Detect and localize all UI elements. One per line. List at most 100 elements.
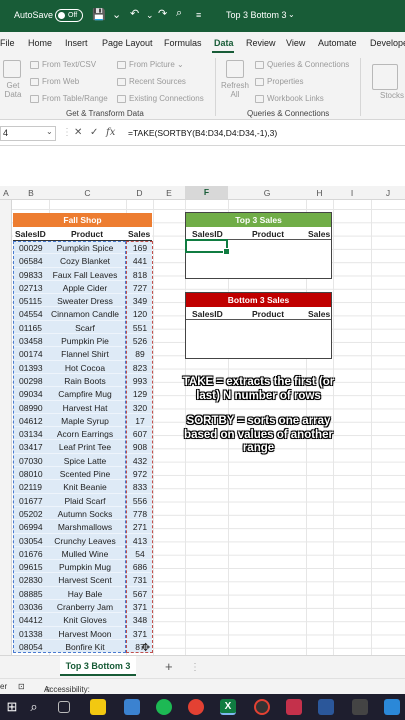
header-product[interactable]: Product [71,229,103,239]
cell-salesid[interactable]: 00298 [19,376,43,386]
document-title[interactable]: Top 3 Bottom 3 [226,10,287,20]
cell-product[interactable]: Pumpkin Spice [45,243,125,253]
cell-product[interactable]: Spice Latte [45,456,125,466]
cell-salesid[interactable]: 01165 [19,323,42,333]
title-dropdown-icon[interactable]: ⌄ [288,10,295,19]
cell-product[interactable]: Flannel Shirt [45,349,125,359]
enter-icon[interactable]: ✓ [90,127,98,138]
redo-icon[interactable]: ↷ [158,7,167,20]
cell-salesid[interactable]: 01676 [19,549,43,559]
fall-shop-title[interactable]: Fall Shop [13,213,152,227]
undo-icon[interactable]: ↶ [130,7,139,20]
from-table-range-button[interactable]: From Table/Range [30,94,108,103]
bottom3-header-product[interactable]: Product [252,309,284,319]
cell-product[interactable]: Scarf [45,323,125,333]
stocks-button[interactable]: Stocks [380,91,404,100]
cell-salesid[interactable]: 03417 [19,442,43,452]
cell-sales[interactable]: 607 [130,429,150,439]
cell-salesid[interactable]: 09833 [19,270,43,280]
cell-product[interactable]: Pumpkin Mug [45,562,125,572]
cell-product[interactable]: Cozy Blanket [45,256,125,266]
cell-product[interactable]: Cranberry Jam [45,602,125,612]
tab-developer[interactable]: Developer [370,38,405,48]
cell-sales[interactable]: 89 [130,349,150,359]
cell-salesid[interactable]: 07030 [19,456,43,466]
tab-automate[interactable]: Automate [318,38,357,48]
tab-review[interactable]: Review [246,38,276,48]
cell-product[interactable]: Pumpkin Pie [45,336,125,346]
cell-sales[interactable]: 271 [130,522,150,532]
cell-product[interactable]: Cinnamon Candle [45,309,125,319]
cell-product[interactable]: Bonfire Kit [45,642,125,652]
cell-product[interactable]: Sweater Dress [45,296,125,306]
windows-start-icon[interactable]: ⊞ [4,699,20,715]
column-header-selected[interactable]: F [185,186,228,199]
column-header[interactable]: A [0,188,12,198]
queries-connections-button[interactable]: Queries & Connections [255,60,349,69]
cancel-icon[interactable]: ✕ [74,127,82,138]
cell-sales[interactable]: 908 [130,442,150,452]
cell-sales[interactable]: 371 [130,602,150,612]
cell-product[interactable]: Campfire Mug [45,389,125,399]
cell-salesid[interactable]: 05202 [19,509,43,519]
file-explorer-icon[interactable] [90,699,106,715]
cell-salesid[interactable]: 04412 [19,615,43,625]
format-icon[interactable]: ⌕ [176,7,182,20]
tab-page-layout[interactable]: Page Layout [102,38,153,48]
cell-sales[interactable]: 371 [130,629,150,639]
app-icon[interactable] [124,699,140,715]
cell-product[interactable]: Plaid Scarf [45,496,125,506]
cell-product[interactable]: Apple Cider [45,283,125,293]
save-icon[interactable]: 💾 [92,8,106,21]
customize-toolbar-icon[interactable]: ≡ [196,10,201,20]
from-text-csv-button[interactable]: From Text/CSV [30,60,96,69]
cell-salesid[interactable]: 00174 [19,349,43,359]
tab-formulas[interactable]: Formulas [164,38,202,48]
top3-header-sales[interactable]: Sales [308,229,330,239]
spotify-icon[interactable] [156,699,172,715]
cell-product[interactable]: Hot Cocoa [45,363,125,373]
cell-product[interactable]: Faux Fall Leaves [45,270,125,280]
cell-sales[interactable]: 556 [130,496,150,506]
column-header[interactable]: J [371,188,405,198]
cell-sales[interactable]: 432 [130,456,150,466]
column-header[interactable]: I [333,188,371,198]
cell-product[interactable]: Harvest Moon [45,629,125,639]
header-salesid[interactable]: SalesID [15,229,46,239]
cell-sales[interactable]: 349 [130,296,150,306]
top3-header-product[interactable]: Product [252,229,284,239]
cell-sales[interactable]: 686 [130,562,150,572]
name-box-dropdown-icon[interactable]: ⌄ [46,127,53,136]
save-dropdown-icon[interactable]: ⌄ [112,8,121,21]
refresh-all-button[interactable]: Refresh All [219,81,251,99]
task-view-icon[interactable] [58,701,70,713]
existing-connections-button[interactable]: Existing Connections [117,94,204,103]
top3-header-salesid[interactable]: SalesID [192,229,223,239]
cell-salesid[interactable]: 01393 [19,363,43,373]
tab-view[interactable]: View [286,38,305,48]
cell-salesid[interactable]: 03134 [19,429,43,439]
cell-salesid[interactable]: 08990 [19,403,43,413]
undo-dropdown-icon[interactable]: ⌄ [146,10,154,21]
cell-salesid[interactable]: 09034 [19,389,43,399]
tab-file[interactable]: File [0,38,15,48]
excel-icon[interactable]: X [220,699,236,715]
cell-salesid[interactable]: 01338 [19,629,43,639]
cell-product[interactable]: Hay Bale [45,589,125,599]
insert-function-icon[interactable]: fx [106,127,115,138]
cell-salesid[interactable]: 04612 [19,416,43,426]
cell-sales[interactable]: 441 [130,256,150,266]
cell-salesid[interactable]: 04554 [19,309,43,319]
column-header[interactable]: D [126,188,153,198]
header-sales[interactable]: Sales [128,229,150,239]
cell-sales[interactable]: 727 [130,283,150,293]
add-sheet-icon[interactable]: + [165,659,173,674]
column-header[interactable]: H [306,188,333,198]
cell-salesid[interactable]: 06584 [19,256,43,266]
cell-product[interactable]: Harvest Hat [45,403,125,413]
cell-product[interactable]: Acorn Earrings [45,429,125,439]
column-header[interactable]: G [228,188,306,198]
cell-salesid[interactable]: 09615 [19,562,43,572]
cell-product[interactable]: Rain Boots [45,376,125,386]
cell-product[interactable]: Autumn Socks [45,509,125,519]
